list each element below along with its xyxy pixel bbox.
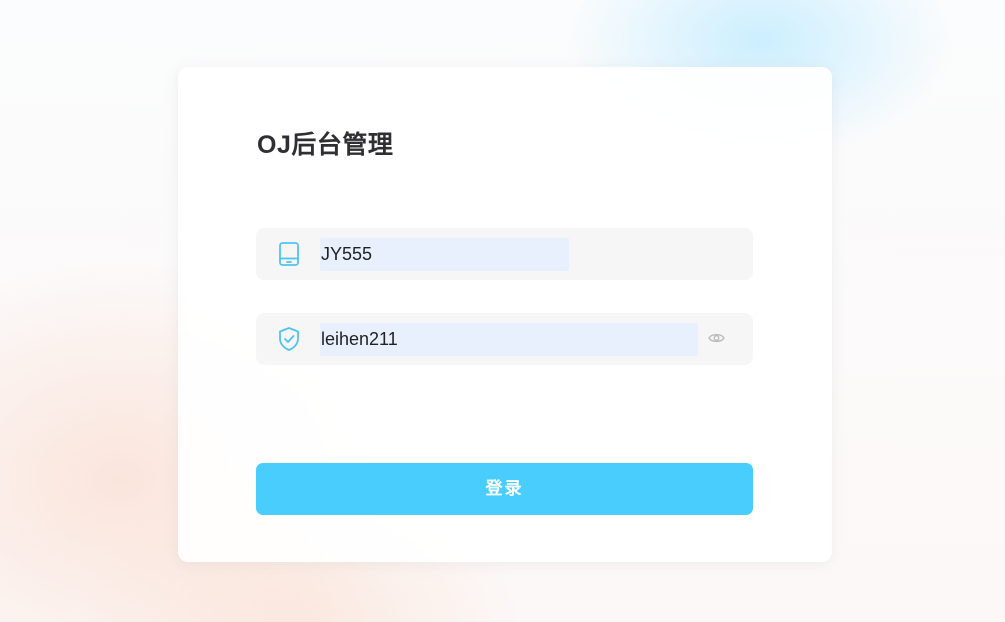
login-button[interactable]: 登录 bbox=[256, 463, 753, 515]
shield-check-icon bbox=[277, 326, 301, 352]
eye-icon[interactable] bbox=[708, 331, 725, 345]
password-input[interactable]: leihen211 bbox=[320, 323, 698, 356]
username-input[interactable]: JY555 bbox=[320, 238, 569, 271]
page-title: OJ后台管理 bbox=[257, 131, 394, 159]
login-card: OJ后台管理 JY555 leihen211 登录 bbox=[178, 67, 832, 562]
username-field[interactable]: JY555 bbox=[256, 228, 753, 280]
tablet-icon bbox=[277, 241, 301, 267]
password-field[interactable]: leihen211 bbox=[256, 313, 753, 365]
